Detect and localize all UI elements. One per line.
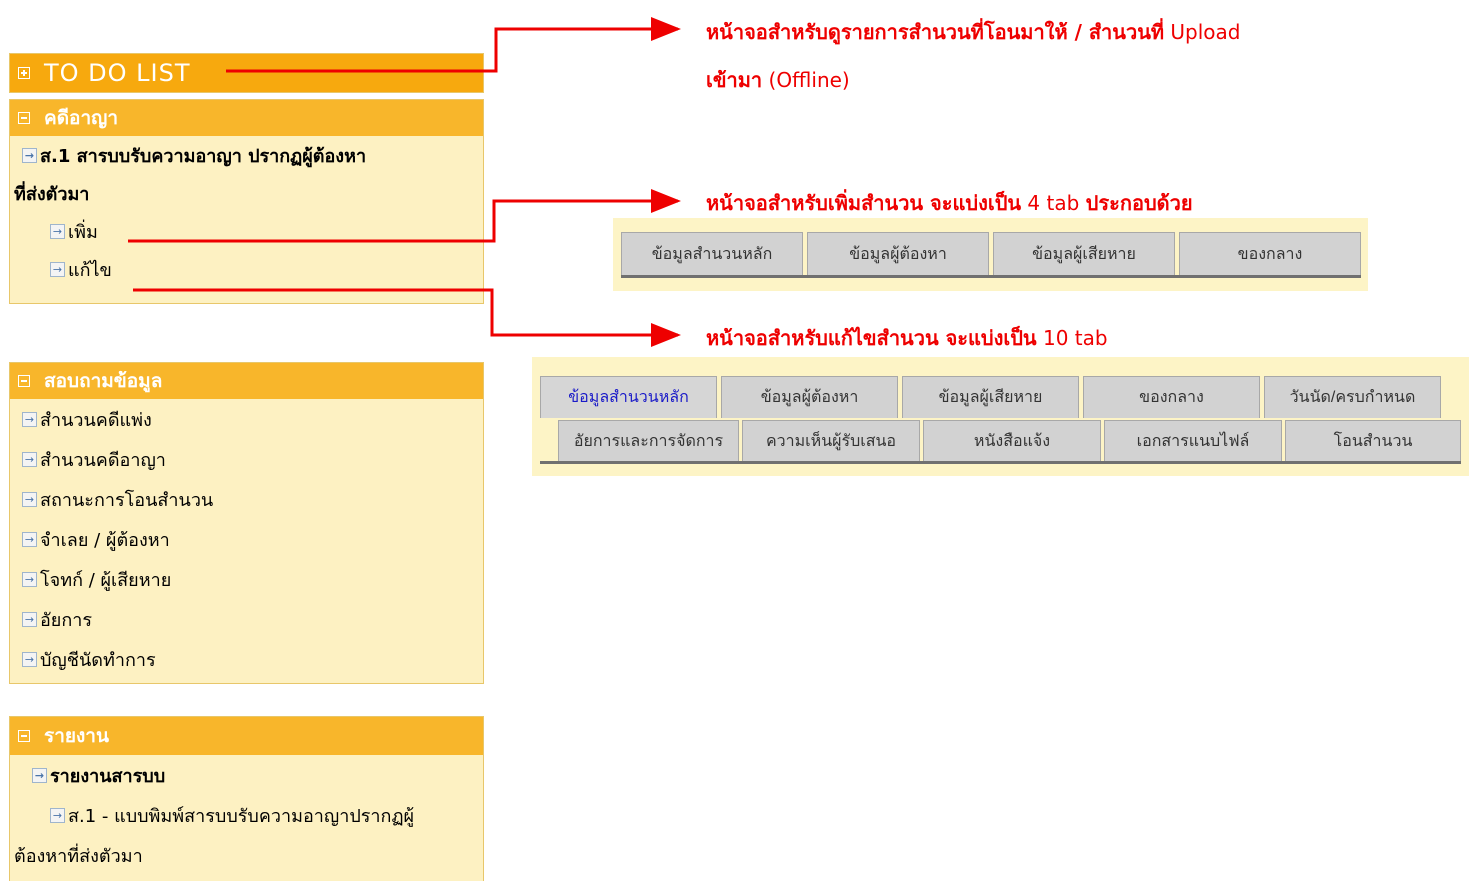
- edit-tab-opinion[interactable]: ความเห็นผู้รับเสนอ: [742, 420, 920, 462]
- add-tab-main[interactable]: ข้อมูลสำนวนหลัก: [621, 232, 803, 276]
- edit-tab-attachment[interactable]: เอกสารแนบไฟล์: [1104, 420, 1282, 462]
- annotation-add-bold: หน้าจอสำหรับเพิ่มสำนวน จะแบ่งเป็น: [706, 191, 1022, 215]
- edit-tab-prosecutor[interactable]: อัยการและการจัดการ: [558, 420, 739, 462]
- edit-tab-baseline: [540, 461, 1461, 464]
- annotation-todo: หน้าจอสำหรับดูรายการสำนวนที่โอนมาให้ / ส…: [706, 16, 1240, 48]
- annotation-add-rest: 4 tab: [1021, 191, 1086, 215]
- annotation-todo2-bold: เข้ามา: [706, 68, 763, 92]
- edit-tab-suspect[interactable]: ข้อมูลผู้ต้องหา: [721, 376, 898, 418]
- annotation-todo2-rest: (Offline): [762, 68, 850, 92]
- edit-tab-strip: ข้อมูลสำนวนหลัก ข้อมูลผู้ต้องหา ข้อมูลผู…: [532, 357, 1469, 476]
- add-tab-strip: ข้อมูลสำนวนหลัก ข้อมูลผู้ต้องหา ข้อมูลผู…: [613, 218, 1368, 291]
- todo-connector: [226, 17, 681, 73]
- annotation-edit: หน้าจอสำหรับแก้ไขสำนวน จะแบ่งเป็น 10 tab: [706, 322, 1108, 354]
- edit-tab-main[interactable]: ข้อมูลสำนวนหลัก: [540, 376, 717, 418]
- annotation-todo-rest: Upload: [1164, 20, 1241, 44]
- annotation-edit-bold: หน้าจอสำหรับแก้ไขสำนวน จะแบ่งเป็น: [706, 326, 1037, 350]
- add-tab-victim[interactable]: ข้อมูลผู้เสียหาย: [993, 232, 1175, 276]
- add-tab-evidence[interactable]: ของกลาง: [1179, 232, 1361, 276]
- edit-tab-victim[interactable]: ข้อมูลผู้เสียหาย: [902, 376, 1079, 418]
- edit-tab-appointment[interactable]: วันนัด/ครบกำหนด: [1264, 376, 1441, 418]
- edit-tab-notice[interactable]: หนังสือแจ้ง: [923, 420, 1101, 462]
- add-tab-baseline: [621, 275, 1361, 278]
- annotation-todo-line2: เข้ามา (Offline): [706, 64, 850, 96]
- annotation-edit-rest: 10 tab: [1036, 326, 1108, 350]
- add-tab-suspect[interactable]: ข้อมูลผู้ต้องหา: [807, 232, 989, 276]
- edit-connector: [133, 288, 681, 347]
- annotation-todo-bold: หน้าจอสำหรับดูรายการสำนวนที่โอนมาให้ / ส…: [706, 20, 1165, 44]
- add-connector: [128, 189, 681, 243]
- annotation-add: หน้าจอสำหรับเพิ่มสำนวน จะแบ่งเป็น 4 tab …: [706, 187, 1193, 219]
- edit-tab-evidence[interactable]: ของกลาง: [1083, 376, 1260, 418]
- annotation-add-bold2: ประกอบด้วย: [1085, 191, 1193, 215]
- edit-tab-transfer[interactable]: โอนสำนวน: [1285, 420, 1461, 462]
